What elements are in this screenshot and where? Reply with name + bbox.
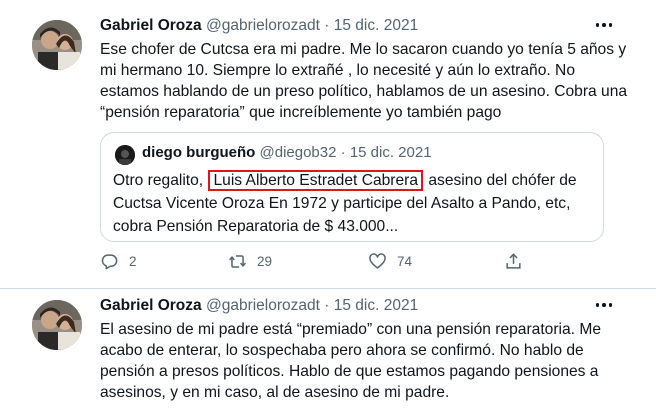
avatar-photo bbox=[32, 300, 82, 350]
quoted-tweet[interactable]: diego burgueño @diegob32 · 15 dic. 2021 … bbox=[100, 132, 604, 242]
separator-dot: · bbox=[340, 144, 346, 161]
tweet-text-line: estamos hablando de un preso político, h… bbox=[100, 83, 628, 100]
quote-text-line: Otro regalito, Luis Alberto Estradet Cab… bbox=[113, 169, 597, 192]
quote-text-after: asesino del chófer de bbox=[424, 172, 577, 189]
share-button[interactable] bbox=[504, 252, 523, 271]
tweet-date[interactable]: 15 dic. 2021 bbox=[334, 17, 418, 34]
tweet-text-line: mi hermano 10. Siempre lo extrañé , lo n… bbox=[100, 62, 575, 79]
tweet-date[interactable]: 15 dic. 2021 bbox=[334, 297, 418, 314]
quote-author-name[interactable]: diego burgueño bbox=[142, 144, 255, 161]
author-name[interactable]: Gabriel Oroza bbox=[100, 297, 202, 314]
tweet[interactable]: Gabriel Oroza @gabrielorozadt · 15 dic. … bbox=[0, 289, 656, 414]
author-handle[interactable]: @gabrielorozadt bbox=[206, 17, 320, 34]
quote-author-handle[interactable]: @diegob32 bbox=[260, 144, 337, 161]
separator-dot: · bbox=[324, 17, 330, 34]
author-handle[interactable]: @gabrielorozadt bbox=[206, 297, 320, 314]
tweet-text-line: asesinos, y en mi caso, al de asesino de… bbox=[100, 384, 450, 401]
tweet-actions: 2 29 74 bbox=[100, 252, 540, 276]
tweet-header: Gabriel Oroza @gabrielorozadt · 15 dic. … bbox=[100, 297, 418, 315]
avatar[interactable] bbox=[32, 300, 82, 350]
retweet-count: 29 bbox=[257, 254, 273, 269]
reply-count: 2 bbox=[129, 254, 137, 269]
tweet[interactable]: Gabriel Oroza @gabrielorozadt · 15 dic. … bbox=[0, 0, 656, 288]
tweet-text-line: pensión a presos políticos. Hablo de que… bbox=[100, 363, 599, 380]
quote-text-line: Cuctsa Vicente Oroza En 1972 y participe… bbox=[113, 195, 571, 212]
tweet-text: El asesino de mi padre está “premiado” c… bbox=[100, 319, 620, 403]
avatar[interactable] bbox=[32, 20, 82, 70]
tweet-text-line: “pensión reparatoria” que increíblemente… bbox=[100, 104, 502, 121]
heart-icon bbox=[369, 253, 386, 269]
tweet-text-line: El asesino de mi padre está “premiado” c… bbox=[100, 321, 602, 338]
quote-text-before: Otro regalito, bbox=[113, 172, 208, 189]
share-icon bbox=[506, 253, 521, 269]
quote-text: Otro regalito, Luis Alberto Estradet Cab… bbox=[113, 169, 597, 238]
highlighted-name-box: Luis Alberto Estradet Cabrera bbox=[208, 170, 424, 191]
separator-dot: · bbox=[324, 297, 330, 314]
quote-date[interactable]: 15 dic. 2021 bbox=[350, 144, 432, 161]
retweet-button[interactable]: 29 bbox=[228, 252, 272, 271]
tweet-text-line: acabo de enterar, lo sospechaba pero aho… bbox=[100, 342, 584, 359]
tweet-header: Gabriel Oroza @gabrielorozadt · 15 dic. … bbox=[100, 17, 418, 35]
more-icon[interactable] bbox=[592, 16, 616, 34]
like-button[interactable]: 74 bbox=[368, 252, 412, 271]
quote-avatar-photo bbox=[115, 145, 135, 165]
more-icon[interactable] bbox=[592, 296, 616, 314]
tweet-text-line: Ese chofer de Cutcsa era mi padre. Me lo… bbox=[100, 41, 627, 58]
avatar-photo bbox=[32, 20, 82, 70]
author-name[interactable]: Gabriel Oroza bbox=[100, 17, 202, 34]
retweet-icon bbox=[229, 255, 246, 268]
quote-avatar[interactable] bbox=[115, 145, 135, 165]
quote-header: diego burgueño @diegob32 · 15 dic. 2021 bbox=[142, 144, 432, 161]
reply-button[interactable]: 2 bbox=[100, 252, 137, 271]
like-count: 74 bbox=[397, 254, 413, 269]
reply-icon bbox=[101, 254, 118, 270]
tweet-text: Ese chofer de Cutcsa era mi padre. Me lo… bbox=[100, 39, 628, 123]
quote-text-line: cobra Pensión Reparatoria de $ 43.000... bbox=[113, 218, 399, 235]
